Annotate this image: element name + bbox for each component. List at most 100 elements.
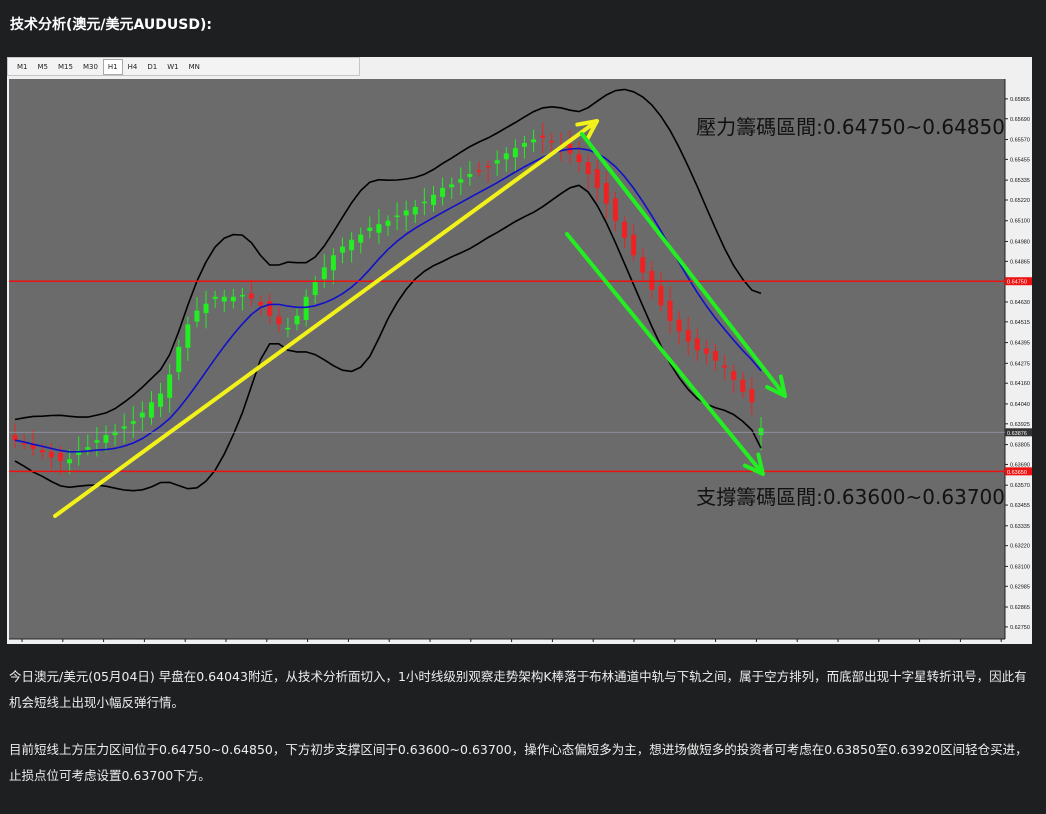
- analysis-paragraph-1: 今日澳元/美元(05月04日) 早盘在0.64043附近，从技术分析面切入，1小…: [9, 669, 1027, 710]
- candle-body: [285, 327, 291, 330]
- candle-body: [385, 220, 391, 226]
- candle-body: [85, 447, 91, 450]
- y-tick-label: 0.64515: [1010, 320, 1030, 326]
- candle-body: [194, 310, 200, 322]
- support-price-text: 0.63650: [1007, 470, 1027, 476]
- candle-body: [221, 296, 227, 302]
- y-tick-label: 0.65100: [1010, 219, 1030, 225]
- timeframe-toolbar: M1 M5 M15 M30 H1 H4 D1 W1 MN: [7, 57, 360, 76]
- candle-body: [685, 329, 691, 342]
- plot-area: [9, 79, 1005, 639]
- candle-body: [503, 153, 509, 160]
- candle-body: [312, 281, 318, 296]
- timeframe-button-d1[interactable]: D1: [142, 59, 162, 75]
- candle-body: [403, 210, 409, 216]
- candle-body: [676, 319, 682, 332]
- candle-body: [349, 239, 355, 251]
- candle-body: [57, 452, 63, 461]
- candle-body: [549, 140, 555, 143]
- timeframe-button-h1[interactable]: H1: [102, 58, 123, 75]
- candle-body: [722, 365, 728, 368]
- candle-body: [467, 174, 473, 177]
- timeframe-button-mn[interactable]: MN: [184, 59, 205, 75]
- candle-body: [367, 227, 373, 232]
- timeframe-button-m5[interactable]: M5: [33, 59, 54, 75]
- y-tick-label: 0.65220: [1010, 198, 1030, 204]
- timeframe-button-h4[interactable]: H4: [123, 59, 143, 75]
- timeframe-button-m1[interactable]: M1: [12, 59, 33, 75]
- candle-body: [203, 303, 209, 314]
- candle-body: [631, 234, 637, 256]
- candle-body: [330, 255, 336, 271]
- timeframe-button-m30[interactable]: M30: [78, 59, 103, 75]
- candle-body: [758, 428, 764, 436]
- candle-body: [612, 198, 618, 221]
- candle-body: [731, 371, 737, 380]
- page-heading: 技术分析(澳元/美元AUDUSD):: [10, 17, 212, 33]
- y-tick-label: 0.62985: [1010, 584, 1030, 590]
- candle-body: [121, 426, 127, 429]
- analysis-paragraph-2: 目前短线上方压力区间位于0.64750~0.64850，下方初步支撑区间于0.6…: [9, 742, 1028, 783]
- candle-body: [713, 350, 719, 361]
- candle-body: [94, 440, 100, 443]
- y-tick-label: 0.62750: [1010, 625, 1030, 631]
- candle-body: [658, 285, 664, 306]
- price-chart: 0.65805 0.65690 0.65570 0.65455 0.65335 0.652…: [7, 76, 1032, 644]
- candle-body: [376, 224, 382, 233]
- candle-body: [485, 165, 491, 168]
- y-tick-label: 0.62865: [1010, 605, 1030, 611]
- candle-body: [294, 315, 300, 325]
- candle-body: [494, 160, 500, 164]
- y-tick-label: 0.65690: [1010, 117, 1030, 123]
- candle-body: [603, 183, 609, 204]
- candle-body: [12, 435, 18, 441]
- candle-body: [521, 142, 527, 147]
- candle-body: [594, 169, 600, 188]
- y-tick-label: 0.63570: [1010, 483, 1030, 489]
- y-tick-label: 0.65455: [1010, 157, 1030, 163]
- current-price-text: 0.63876: [1007, 431, 1027, 437]
- candle-body: [21, 443, 27, 445]
- candle-body: [249, 293, 255, 299]
- candle-body: [394, 215, 400, 218]
- timeframe-button-m15[interactable]: M15: [53, 59, 78, 75]
- candle-body: [649, 270, 655, 290]
- candle-body: [303, 296, 309, 320]
- candle-body: [321, 267, 327, 280]
- candle-body: [449, 184, 455, 188]
- candle-body: [130, 421, 136, 424]
- candle-body: [185, 324, 191, 348]
- candle-body: [258, 302, 264, 306]
- candle-body: [585, 162, 591, 175]
- resistance-zone-label: 壓力籌碼區間:0.64750~0.64850: [696, 115, 1005, 139]
- candle-body: [103, 435, 109, 443]
- timeframe-button-w1[interactable]: W1: [162, 59, 183, 75]
- y-tick-label: 0.63335: [1010, 524, 1030, 530]
- candle-body: [749, 389, 755, 403]
- candle-body: [421, 201, 427, 204]
- support-zone-label: 支撐籌碼區間:0.63600~0.63700: [696, 485, 1005, 509]
- candle-body: [340, 246, 346, 253]
- y-tick-label: 0.64980: [1010, 239, 1030, 245]
- y-tick-label: 0.64160: [1010, 381, 1030, 387]
- y-tick-label: 0.63220: [1010, 544, 1030, 550]
- candle-body: [239, 295, 245, 297]
- candle-body: [148, 402, 154, 418]
- candle-body: [230, 296, 236, 302]
- candle-body: [667, 300, 673, 321]
- candle-body: [158, 393, 164, 407]
- candle-body: [167, 374, 173, 398]
- candle-body: [358, 234, 364, 243]
- candle-body: [640, 257, 646, 273]
- y-tick-label: 0.65805: [1010, 97, 1030, 103]
- y-tick-label: 0.63805: [1010, 443, 1030, 449]
- candle-body: [412, 206, 418, 215]
- y-tick-label: 0.64040: [1010, 402, 1030, 408]
- candle-body: [694, 338, 700, 351]
- candle-body: [39, 450, 45, 453]
- resistance-price-text: 0.64750: [1007, 280, 1027, 286]
- candle-body: [139, 412, 145, 418]
- candle-body: [622, 221, 628, 239]
- candle-body: [703, 348, 709, 354]
- y-tick-label: 0.63100: [1010, 564, 1030, 570]
